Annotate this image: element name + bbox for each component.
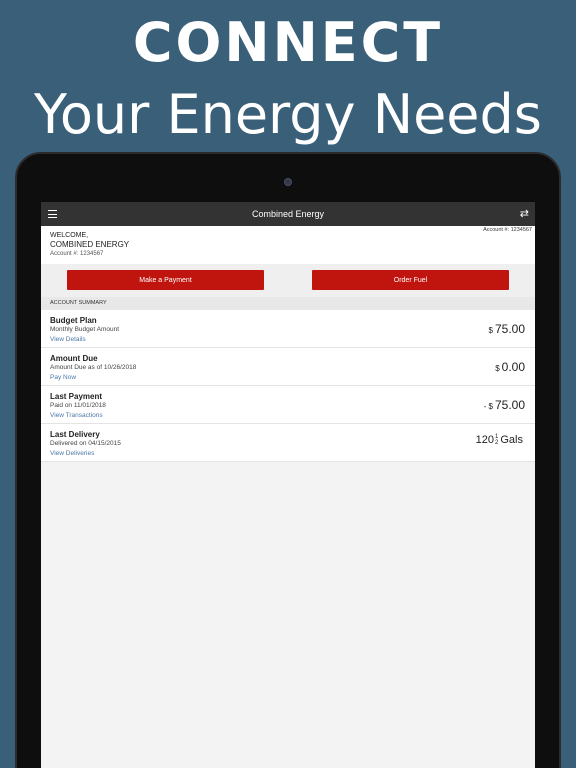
summary-row-amount-due: Amount Due Amount Due as of 10/26/2018 P… <box>41 348 535 386</box>
account-number: Account #: 1234567 <box>50 251 104 257</box>
hamburger-menu-icon[interactable] <box>48 208 57 220</box>
gallons-whole: 120 <box>475 434 495 446</box>
row-title: Budget Plan <box>50 316 97 325</box>
amount-due: $0.00 <box>495 360 525 376</box>
swap-accounts-icon[interactable]: ⇄ <box>520 207 529 221</box>
amount-value: 0.00 <box>501 360 525 374</box>
order-fuel-button[interactable]: Order Fuel <box>312 270 509 290</box>
last-payment-amount: - $75.00 <box>484 398 525 414</box>
welcome-greeting: WELCOME, <box>50 232 89 239</box>
summary-row-last-payment: Last Payment Paid on 11/01/2018 View Tra… <box>41 386 535 424</box>
row-subtitle: Delivered on 04/15/2015 <box>50 440 121 447</box>
account-number-header: Account #: 1234567 <box>483 227 532 233</box>
currency-prefix: - $ <box>483 402 493 411</box>
camera-icon <box>284 178 292 186</box>
navigation-bar: Combined Energy ⇄ <box>41 202 535 226</box>
view-details-link[interactable]: View Details <box>50 335 535 344</box>
row-title: Last Delivery <box>50 430 100 439</box>
summary-row-budget-plan: Budget Plan Monthly Budget Amount View D… <box>41 310 535 348</box>
row-title: Last Payment <box>50 392 103 401</box>
view-deliveries-link[interactable]: View Deliveries <box>50 449 535 458</box>
currency-prefix: $ <box>495 364 500 373</box>
view-transactions-link[interactable]: View Transactions <box>50 411 535 420</box>
amount-value: 75.00 <box>494 322 525 336</box>
make-payment-button[interactable]: Make a Payment <box>67 270 264 290</box>
app-title: Combined Energy <box>251 209 325 219</box>
currency-prefix: $ <box>488 326 493 335</box>
account-summary-header: ACCOUNT SUMMARY <box>41 297 535 310</box>
delivery-gallons: 120 1 2 Gals <box>476 434 523 446</box>
row-subtitle: Paid on 11/01/2018 <box>50 402 106 409</box>
gallons-unit: Gals <box>500 434 523 446</box>
summary-row-last-delivery: Last Delivery Delivered on 04/15/2015 Vi… <box>41 424 535 462</box>
app-screen: Combined Energy ⇄ WELCOME, COMBINED ENER… <box>41 202 535 768</box>
promo-headline: CONNECT <box>132 11 444 74</box>
action-bar: Make a Payment Order Fuel <box>41 264 535 297</box>
pay-now-link[interactable]: Pay Now <box>50 373 535 382</box>
row-subtitle: Amount Due as of 10/26/2018 <box>50 364 137 371</box>
budget-amount: $75.00 <box>489 322 525 338</box>
row-subtitle: Monthly Budget Amount <box>50 326 120 333</box>
amount-value: 75.00 <box>494 398 525 412</box>
row-title: Amount Due <box>50 354 98 363</box>
promo-subheadline: Your Energy Needs <box>34 83 542 146</box>
welcome-panel: WELCOME, COMBINED ENERGY Account #: 1234… <box>41 226 535 264</box>
fraction-denominator: 2 <box>495 440 499 446</box>
gallons-fraction: 1 2 <box>495 434 498 446</box>
customer-name: COMBINED ENERGY <box>50 240 130 249</box>
